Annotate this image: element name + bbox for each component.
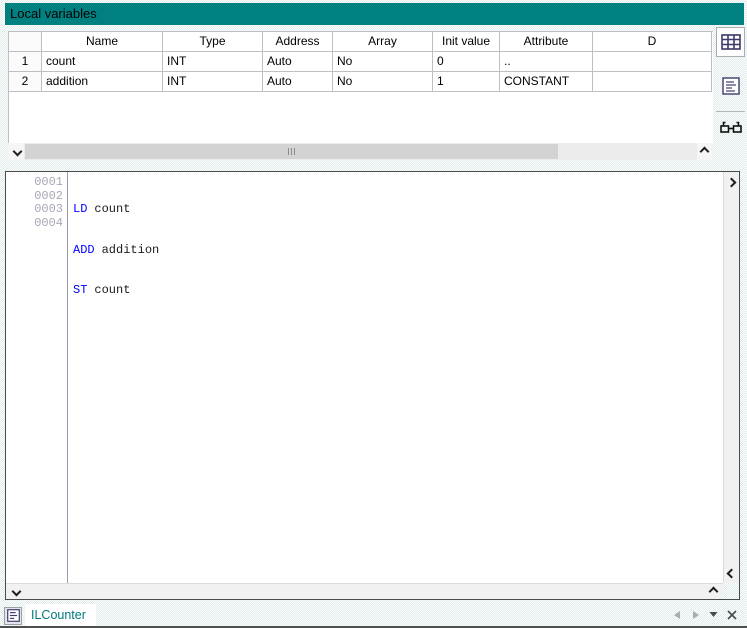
line-number: 0001 [6,176,67,190]
code-line: ST count [73,284,721,298]
tab-label[interactable]: ILCounter [25,604,96,627]
tab-list-icon [709,611,718,618]
cell-array[interactable]: No [333,52,433,72]
variables-hscrollbar[interactable] [8,143,713,160]
scrollbar-thumb[interactable] [25,144,558,159]
scroll-up-button[interactable] [725,175,737,187]
scroll-down-button[interactable] [725,568,737,580]
chevron-right-icon [699,147,709,157]
line-number: 0004 [6,217,67,231]
chevron-right-icon [708,586,718,596]
col-header-init-value[interactable]: Init value [433,32,500,52]
chevron-up-icon [726,177,736,187]
line-number-gutter: 0001 0002 0003 0004 [6,172,68,583]
document-view-button[interactable] [716,71,745,101]
scroll-right-button[interactable] [708,585,720,597]
cell-extra[interactable] [593,72,712,92]
local-variables-window: Local variables Name Type Address Array … [0,0,747,628]
tab-ilcounter[interactable]: ILCounter [4,604,96,627]
tab-list-button[interactable] [708,609,719,620]
il-keyword: LD [73,202,87,216]
panel-title: Local variables [3,3,744,25]
thumb-grip-icon [291,148,292,155]
il-operand: addition [102,243,160,257]
cell-attribute[interactable]: .. [500,52,593,72]
scroll-left-button[interactable] [9,585,21,597]
line-number: 0002 [6,190,67,204]
thumb-grip-icon [294,148,295,155]
toolbar-separator [716,111,745,112]
code-line [73,325,721,339]
tab-nav-controls [672,609,737,620]
cell-array[interactable]: No [333,72,433,92]
col-header-array[interactable]: Array [333,32,433,52]
tab-bar: ILCounter [0,602,747,628]
scroll-left-button[interactable] [8,143,24,160]
code-line: LD count [73,203,721,217]
il-code-editor[interactable]: 0001 0002 0003 0004 LD count ADD addition … [5,171,740,600]
code-text-area[interactable]: LD count ADD addition ST count [73,176,721,365]
il-keyword: ST [73,283,87,297]
table-row: 1 count INT Auto No 0 .. [9,52,713,72]
cell-type[interactable]: INT [163,72,263,92]
close-tab-button[interactable] [726,609,737,620]
next-tab-button[interactable] [690,609,701,620]
cell-address[interactable]: Auto [263,52,333,72]
col-header-rownum[interactable] [9,32,42,52]
grid-view-button[interactable] [716,27,745,57]
close-icon [727,610,737,620]
editor-hscrollbar[interactable] [6,583,723,599]
find-button[interactable] [716,113,745,143]
tab-document-icon [4,607,22,625]
il-keyword: ADD [73,243,95,257]
col-header-truncated[interactable]: D [593,32,712,52]
cell-rownum[interactable]: 2 [9,72,42,92]
col-header-address[interactable]: Address [263,32,333,52]
scrollbar-corner [723,583,739,599]
cell-type[interactable]: INT [163,52,263,72]
side-toolbar [716,27,746,160]
grid-table-icon [721,34,741,50]
thumb-grip-icon [288,148,289,155]
cell-extra[interactable] [593,52,712,72]
chevron-down-icon [726,568,736,578]
chevron-left-icon [11,586,21,596]
col-header-type[interactable]: Type [163,32,263,52]
line-number: 0003 [6,203,67,217]
table-header-row: Name Type Address Array Init value Attri… [9,32,713,52]
binoculars-icon [720,121,742,135]
cell-init-value[interactable]: 0 [433,52,500,72]
variables-table: Name Type Address Array Init value Attri… [8,31,713,143]
cell-rownum[interactable]: 1 [9,52,42,72]
chevron-left-icon [12,147,22,157]
document-list-icon [722,77,740,95]
prev-tab-icon [673,610,682,620]
scroll-right-button[interactable] [697,143,713,160]
il-operand: count [94,283,130,297]
cell-name[interactable]: count [42,52,163,72]
cell-init-value[interactable]: 1 [433,72,500,92]
col-header-name[interactable]: Name [42,32,163,52]
cell-name[interactable]: addition [42,72,163,92]
code-line: ADD addition [73,244,721,258]
cell-attribute[interactable]: CONSTANT [500,72,593,92]
editor-vscrollbar[interactable] [723,172,739,583]
next-tab-icon [691,610,700,620]
cell-address[interactable]: Auto [263,72,333,92]
table-row: 2 addition INT Auto No 1 CONSTANT [9,72,713,92]
col-header-attribute[interactable]: Attribute [500,32,593,52]
prev-tab-button[interactable] [672,609,683,620]
il-operand: count [94,202,130,216]
